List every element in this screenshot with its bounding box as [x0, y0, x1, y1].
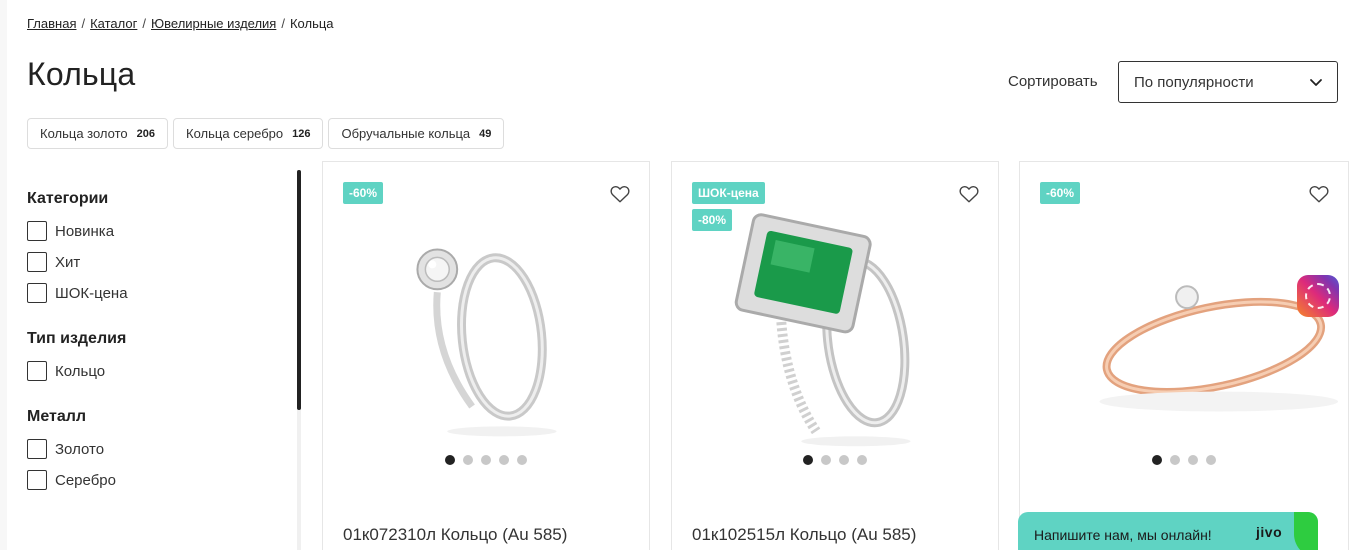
sort-select[interactable]: По популярности [1118, 61, 1338, 103]
carousel-dot[interactable] [517, 455, 527, 465]
chat-brand: jivo [1256, 524, 1283, 540]
filter-group-title: Тип изделия [27, 330, 127, 347]
filter-group-title: Металл [27, 408, 87, 425]
product-title[interactable]: 01к072310л Кольцо (Au 585) [343, 525, 567, 545]
chat-text: Напишите нам, мы онлайн! [1034, 527, 1212, 543]
breadcrumb-current: Кольца [289, 16, 334, 31]
chip-count: 49 [479, 127, 492, 140]
chip-wedding-rings[interactable]: Обручальные кольца 49 [328, 118, 505, 149]
product-card[interactable]: ШОК-цена -80% 01к102515л Кольцо (Au 585) [671, 161, 999, 550]
sort-value: По популярности [1134, 73, 1254, 91]
chip-gold-rings[interactable]: Кольца золото 206 [27, 118, 168, 149]
chip-silver-rings[interactable]: Кольца серебро 126 [173, 118, 324, 149]
filter-label: Кольцо [55, 362, 106, 380]
filter-new[interactable]: Новинка [27, 221, 297, 241]
filter-label: Новинка [55, 222, 115, 240]
left-edge [0, 0, 7, 550]
filters-sidebar: Категории Новинка Хит ШОК-цена Тип издел… [27, 190, 297, 501]
checkbox[interactable] [27, 252, 47, 272]
carousel-dot[interactable] [1206, 455, 1216, 465]
carousel-dot[interactable] [857, 455, 867, 465]
breadcrumb-jewelry[interactable]: Ювелирные изделия [151, 16, 276, 31]
filter-label: Серебро [55, 471, 116, 489]
checkbox[interactable] [27, 470, 47, 490]
checkbox[interactable] [27, 361, 47, 381]
discount-badge: -60% [1040, 182, 1081, 204]
chip-label: Кольца серебро [186, 126, 284, 141]
product-card[interactable]: -60% 01к072310л Кольцо (Au 585) [322, 161, 650, 550]
filter-group-title: Категории [27, 190, 109, 207]
carousel-dot[interactable] [803, 455, 813, 465]
breadcrumb-catalog[interactable]: Каталог [90, 16, 137, 31]
promo-badge: ШОК-цена [692, 182, 765, 204]
subcategory-chips: Кольца золото 206 Кольца серебро 126 Обр… [27, 118, 505, 149]
page-title: Кольца [27, 56, 136, 92]
checkbox[interactable] [27, 439, 47, 459]
carousel-dot[interactable] [1170, 455, 1180, 465]
carousel-dot[interactable] [1188, 455, 1198, 465]
product-image[interactable] [672, 202, 998, 452]
filter-label: ШОК-цена [55, 284, 128, 302]
product-image[interactable] [323, 202, 649, 452]
chevron-down-icon [1310, 79, 1322, 86]
product-card[interactable]: -60% [1019, 161, 1349, 550]
breadcrumb-home[interactable]: Главная [27, 16, 76, 31]
filter-hit[interactable]: Хит [27, 252, 297, 272]
discount-badge: -60% [343, 182, 384, 204]
filter-ring[interactable]: Кольцо [27, 361, 297, 381]
filters-scrollbar-thumb[interactable] [297, 170, 301, 410]
chip-label: Обручальные кольца [341, 126, 471, 141]
product-title[interactable]: 01к102515л Кольцо (Au 585) [692, 525, 916, 545]
carousel-dot[interactable] [463, 455, 473, 465]
image-carousel-dots [672, 455, 998, 465]
chip-count: 206 [136, 127, 155, 140]
carousel-dot[interactable] [445, 455, 455, 465]
carousel-dot[interactable] [1152, 455, 1162, 465]
chat-online-indicator [1294, 512, 1318, 550]
catalog-page: Главная / Каталог / Ювелирные изделия / Кольца… [0, 0, 1352, 550]
filter-label: Хит [55, 253, 81, 271]
chip-count: 126 [292, 127, 311, 140]
carousel-dot[interactable] [821, 455, 831, 465]
breadcrumb: Главная / Каталог / Ювелирные изделия / Кольца [27, 16, 334, 31]
filter-gold[interactable]: Золото [27, 439, 297, 459]
image-carousel-dots [323, 455, 649, 465]
filter-shock-price[interactable]: ШОК-цена [27, 283, 297, 303]
filter-silver[interactable]: Серебро [27, 470, 297, 490]
checkbox[interactable] [27, 283, 47, 303]
product-image[interactable] [1020, 202, 1348, 452]
image-carousel-dots [1020, 455, 1348, 465]
carousel-dot[interactable] [499, 455, 509, 465]
checkbox[interactable] [27, 221, 47, 241]
chip-label: Кольца золото [40, 126, 128, 141]
carousel-dot[interactable] [839, 455, 849, 465]
chat-widget[interactable]: Напишите нам, мы онлайн! jivo [1018, 512, 1318, 550]
sort-label: Сортировать [1008, 73, 1098, 90]
carousel-dot[interactable] [481, 455, 491, 465]
instagram-icon[interactable] [1297, 275, 1339, 317]
filter-label: Золото [55, 440, 105, 458]
